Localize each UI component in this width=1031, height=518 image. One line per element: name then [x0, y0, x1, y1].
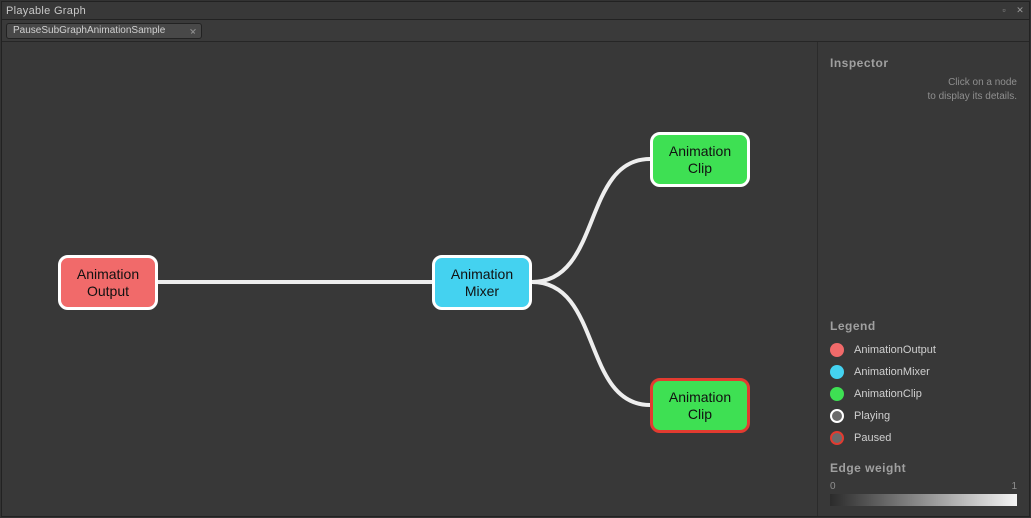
node-animation-output[interactable]: AnimationOutput [58, 255, 158, 310]
toolbar: PauseSubGraphAnimationSample [2, 20, 1029, 42]
node-animation-clip-2[interactable]: AnimationClip [650, 378, 750, 433]
minimize-icon[interactable]: ▫ [999, 6, 1009, 16]
graph-canvas[interactable]: AnimationOutput AnimationMixer Animation… [2, 42, 817, 516]
edge-weight-heading: Edge weight [830, 461, 1017, 475]
dot-icon [830, 365, 844, 379]
dropdown-value: PauseSubGraphAnimationSample [13, 25, 165, 36]
legend-item-animation-clip: AnimationClip [830, 387, 1017, 401]
ring-icon [830, 409, 844, 423]
legend-heading: Legend [830, 319, 1017, 333]
ring-icon [830, 431, 844, 445]
inspector-hint: Click on a node to display its details. [830, 76, 1017, 104]
workspace: AnimationOutput AnimationMixer Animation… [2, 42, 1029, 516]
window-title: Playable Graph [6, 5, 86, 17]
window: Playable Graph ▫ ✕ PauseSubGraphAnimatio… [1, 1, 1030, 517]
close-icon[interactable]: ✕ [1015, 6, 1025, 16]
window-controls: ▫ ✕ [999, 6, 1025, 16]
title-bar: Playable Graph ▫ ✕ [2, 2, 1029, 20]
graph-selector-dropdown[interactable]: PauseSubGraphAnimationSample [6, 23, 202, 39]
legend-item-animation-mixer: AnimationMixer [830, 365, 1017, 379]
legend: Legend AnimationOutput AnimationMixer An… [830, 303, 1017, 506]
edge-mixer-clip1 [532, 159, 650, 282]
dot-icon [830, 343, 844, 357]
edge-weight-gradient [830, 494, 1017, 506]
edge-max: 1 [1011, 481, 1017, 492]
legend-item-paused: Paused [830, 431, 1017, 445]
legend-item-animation-output: AnimationOutput [830, 343, 1017, 357]
edge-weight-scale: 0 1 [830, 481, 1017, 492]
inspector-panel: Inspector Click on a node to display its… [817, 42, 1029, 516]
dot-icon [830, 387, 844, 401]
node-animation-mixer[interactable]: AnimationMixer [432, 255, 532, 310]
legend-item-playing: Playing [830, 409, 1017, 423]
node-animation-clip-1[interactable]: AnimationClip [650, 132, 750, 187]
edge-mixer-clip2 [532, 282, 650, 405]
inspector-heading: Inspector [830, 56, 1017, 70]
edge-min: 0 [830, 481, 836, 492]
